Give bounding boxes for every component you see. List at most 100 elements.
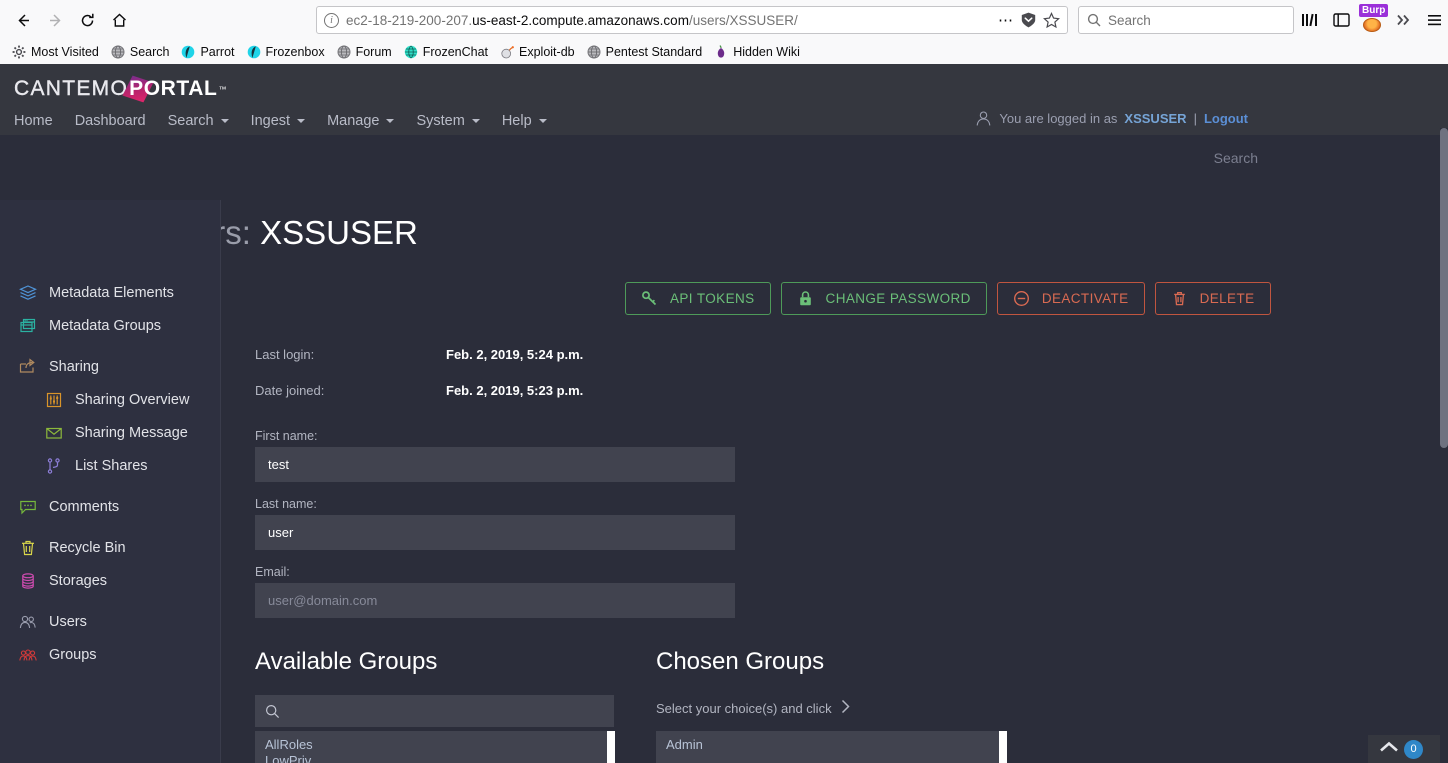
first-name-field[interactable] bbox=[255, 447, 735, 482]
sidebar-item-list-shares[interactable]: List Shares bbox=[0, 449, 220, 482]
bookmark-star-icon[interactable] bbox=[1043, 11, 1060, 29]
reload-icon[interactable] bbox=[72, 5, 102, 35]
page-info-icon[interactable]: i bbox=[324, 12, 339, 28]
user-actions-toolbar: API TOKENS CHANGE PASSWORD DEACTIVATE DE… bbox=[625, 282, 1271, 315]
nav-label: System bbox=[416, 112, 465, 129]
sidebar-item-metadata-groups[interactable]: Metadata Groups bbox=[0, 309, 220, 342]
page-scrollbar-thumb[interactable] bbox=[1440, 128, 1448, 448]
cantemo-portal-logo[interactable]: CANTEMO PORTAL ™ bbox=[14, 75, 227, 103]
comment-icon bbox=[18, 497, 38, 517]
available-groups-search[interactable] bbox=[255, 695, 614, 727]
sidebar-item-sharing-message[interactable]: Sharing Message bbox=[0, 416, 220, 449]
bookmark-hidden-wiki[interactable]: Hidden Wiki bbox=[708, 43, 806, 61]
sidebar-item-comments[interactable]: Comments bbox=[0, 490, 220, 523]
sidebar-item-label: Metadata Groups bbox=[49, 317, 162, 334]
nav-label: Home bbox=[14, 112, 53, 129]
database-icon bbox=[18, 571, 38, 591]
burp-extension-icon[interactable]: Burp bbox=[1358, 4, 1389, 34]
delete-button[interactable]: DELETE bbox=[1154, 282, 1271, 315]
bookmarks-bar: Most Visited Search Parrot Frozenbox For… bbox=[0, 40, 1448, 64]
list-item[interactable]: LowPriv bbox=[265, 753, 614, 763]
nav-item-manage[interactable]: Manage bbox=[327, 109, 416, 133]
nav-item-search[interactable]: Search bbox=[168, 109, 251, 133]
search-icon bbox=[1087, 13, 1101, 27]
nav-label: Manage bbox=[327, 112, 380, 129]
deactivate-button[interactable]: DEACTIVATE bbox=[996, 282, 1145, 315]
sidebar-item-label: Storages bbox=[49, 572, 108, 589]
email-field[interactable] bbox=[255, 583, 735, 618]
logout-link[interactable]: Logout bbox=[1204, 111, 1248, 126]
bookmark-pentest-standard[interactable]: Pentest Standard bbox=[581, 43, 709, 61]
nav-item-system[interactable]: System bbox=[416, 109, 501, 133]
bookmark-most-visited[interactable]: Most Visited bbox=[6, 43, 105, 61]
pocket-icon[interactable] bbox=[1021, 12, 1036, 28]
globe-icon bbox=[587, 45, 601, 59]
sidebar-item-storages[interactable]: Storages bbox=[0, 564, 220, 597]
chevron-down-icon bbox=[297, 118, 306, 123]
sidebar-item-label: Users bbox=[49, 613, 87, 630]
sidebar-item-label: Comments bbox=[49, 498, 120, 515]
sidebar-item-sharing-overview[interactable]: Sharing Overview bbox=[0, 383, 220, 416]
api-tokens-button[interactable]: API TOKENS bbox=[625, 282, 771, 315]
overflow-chevron-icon[interactable] bbox=[1389, 6, 1417, 34]
back-arrow-icon[interactable] bbox=[8, 5, 38, 35]
nav-item-help[interactable]: Help bbox=[502, 109, 569, 133]
nav-item-ingest[interactable]: Ingest bbox=[251, 109, 328, 133]
nav-item-dashboard[interactable]: Dashboard bbox=[75, 109, 168, 133]
bookmark-frozenchat[interactable]: FrozenChat bbox=[398, 43, 494, 61]
chevron-down-icon bbox=[386, 118, 395, 123]
hamburger-menu-icon[interactable] bbox=[1420, 6, 1448, 34]
bookmark-exploit-db[interactable]: Exploit-db bbox=[494, 43, 581, 61]
minus-circle-icon bbox=[1013, 290, 1030, 307]
forward-arrow-icon[interactable] bbox=[40, 5, 70, 35]
notification-tray[interactable]: 0 bbox=[1368, 735, 1443, 763]
sidebar-item-label: Groups bbox=[49, 646, 97, 663]
list-item[interactable]: Admin bbox=[666, 737, 1006, 753]
logo-trademark: ™ bbox=[218, 84, 227, 94]
sidebar-toggle-icon[interactable] bbox=[1327, 6, 1355, 34]
globe-icon bbox=[337, 45, 351, 59]
last-name-field[interactable] bbox=[255, 515, 735, 550]
sidebar-item-sharing[interactable]: Sharing bbox=[0, 350, 220, 383]
chevron-up-icon[interactable] bbox=[1378, 740, 1400, 759]
branch-icon bbox=[44, 456, 64, 476]
bookmark-parrot[interactable]: Parrot bbox=[175, 43, 240, 61]
email-label: Email: bbox=[255, 565, 290, 579]
page-scrollbar[interactable] bbox=[1440, 128, 1448, 763]
url-bar[interactable]: i ec2-18-219-200-207.us-east-2.compute.a… bbox=[316, 6, 1068, 34]
list-item[interactable]: AllRoles bbox=[265, 737, 614, 753]
bookmark-frozenbox[interactable]: Frozenbox bbox=[241, 43, 331, 61]
user-avatar-icon bbox=[975, 110, 992, 127]
burp-badge-label: Burp bbox=[1359, 4, 1389, 17]
browser-search-bar[interactable]: Search bbox=[1078, 6, 1294, 34]
bookmark-forum[interactable]: Forum bbox=[331, 43, 398, 61]
url-bar-icons: ⋯ bbox=[998, 11, 1060, 29]
chosen-list-scrollbar[interactable] bbox=[999, 731, 1007, 763]
sidebar-item-recycle-bin[interactable]: Recycle Bin bbox=[0, 531, 220, 564]
nav-label: Ingest bbox=[250, 112, 291, 129]
onion-icon bbox=[714, 45, 728, 59]
bookmark-search[interactable]: Search bbox=[105, 43, 176, 61]
available-list-scrollbar[interactable] bbox=[607, 731, 615, 763]
bookmark-label: Exploit-db bbox=[519, 45, 575, 59]
home-icon[interactable] bbox=[104, 5, 134, 35]
nav-item-home[interactable]: Home bbox=[14, 109, 75, 133]
available-groups-list[interactable]: AllRoles LowPriv bbox=[255, 731, 614, 763]
sidebar-item-groups[interactable]: Groups bbox=[0, 638, 220, 671]
page-actions-icon[interactable]: ⋯ bbox=[998, 13, 1014, 28]
chosen-groups-list[interactable]: Admin bbox=[656, 731, 1006, 763]
windows-icon bbox=[18, 316, 38, 336]
bookmark-label: FrozenChat bbox=[422, 45, 489, 59]
parrot-icon bbox=[247, 45, 261, 59]
bookmark-label: Pentest Standard bbox=[605, 45, 703, 59]
browser-search-placeholder: Search bbox=[1108, 12, 1151, 28]
portal-search-placeholder[interactable]: Search bbox=[1214, 150, 1258, 166]
sidebar-item-label: Recycle Bin bbox=[49, 539, 126, 556]
sidebar-item-metadata-elements[interactable]: Metadata Elements bbox=[0, 276, 220, 309]
sidebar-item-users[interactable]: Users bbox=[0, 605, 220, 638]
url-domain: us-east-2.compute.amazonaws.com bbox=[472, 12, 689, 28]
last-name-label: Last name: bbox=[255, 497, 317, 511]
library-icon[interactable] bbox=[1296, 6, 1324, 34]
change-password-button[interactable]: CHANGE PASSWORD bbox=[780, 282, 987, 315]
